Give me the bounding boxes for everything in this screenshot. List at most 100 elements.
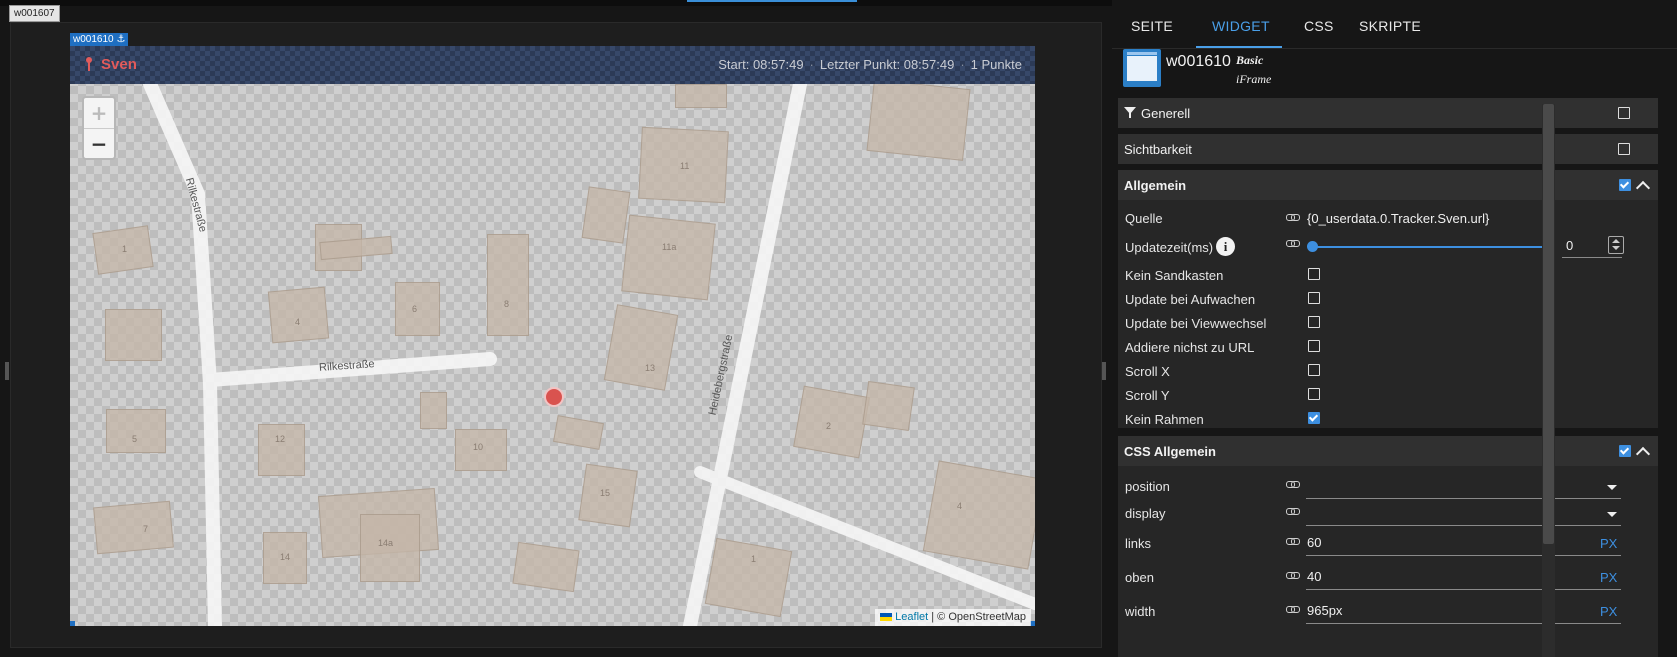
widget-type: iFrame: [1236, 72, 1272, 86]
leaflet-link[interactable]: Leaflet: [895, 611, 928, 623]
house-number: 4: [957, 501, 963, 511]
osm-attribution: | © OpenStreetMap: [931, 611, 1026, 623]
left-resize-grip[interactable]: [5, 362, 9, 380]
zoom-in-button[interactable]: +: [84, 98, 114, 129]
generell-checkbox[interactable]: [1618, 107, 1630, 119]
width-input[interactable]: 965px: [1307, 603, 1342, 618]
selected-widget-id: w001610: [73, 34, 114, 45]
start-time: Start: 08:57:49: [718, 57, 804, 72]
tab-seite[interactable]: SEITE: [1131, 18, 1173, 34]
tracker-name: Sven: [101, 56, 137, 73]
collapse-chevron-icon[interactable]: [1635, 180, 1651, 196]
widget-set: Basic: [1236, 53, 1264, 67]
link-icon[interactable]: [1286, 240, 1300, 247]
updatezeit-slider-thumb[interactable]: [1307, 241, 1318, 252]
updatezeit-underline: [1562, 257, 1622, 258]
section-sichtbarkeit-header[interactable]: Sichtbarkeit: [1118, 134, 1658, 164]
link-icon[interactable]: [1286, 538, 1300, 545]
house-number: 7: [143, 524, 149, 534]
link-icon[interactable]: [1286, 508, 1300, 515]
widget-header: w001610 Basic iFrame: [1118, 49, 1658, 91]
section-generell-header[interactable]: Generell: [1118, 98, 1658, 128]
position-underline: [1306, 498, 1621, 499]
quelle-input[interactable]: {0_userdata.0.Tracker.Sven.url}: [1307, 211, 1489, 226]
properties-panel: SEITE WIDGET CSS SKRIPTE w001610 Basic i…: [1112, 0, 1677, 657]
streets-layer: [143, 84, 1035, 626]
house-number: 15: [600, 488, 611, 498]
css-allgemein-checkbox[interactable]: [1619, 445, 1631, 457]
iframe-widget[interactable]: Sven Start: 08:57:49 · Letzter Punkt: 08:5…: [70, 46, 1035, 626]
building: [487, 234, 529, 336]
building: [675, 84, 727, 108]
house-number: 1: [751, 554, 757, 564]
track-info: Start: 08:57:49 · Letzter Punkt: 08:57:49 ·…: [718, 57, 1022, 72]
editor-top-accent: [687, 0, 857, 2]
tab-widget[interactable]: WIDGET: [1212, 18, 1270, 34]
building: [621, 214, 716, 301]
links-underline: [1306, 555, 1621, 556]
update-bei-viewwechsel-checkbox[interactable]: [1308, 316, 1320, 328]
collapse-chevron-icon[interactable]: [1635, 446, 1651, 462]
section-sichtbarkeit[interactable]: Sichtbarkeit: [1118, 134, 1658, 164]
building: [793, 385, 870, 459]
zoom-control: + −: [82, 96, 116, 160]
sichtbarkeit-checkbox[interactable]: [1618, 143, 1630, 155]
house-number: 1: [122, 244, 128, 254]
building: [581, 186, 631, 244]
links-input[interactable]: 60: [1307, 535, 1321, 550]
panel-scrollbar[interactable]: [1542, 104, 1555, 657]
section-generell[interactable]: Generell: [1118, 98, 1658, 128]
unit-selector[interactable]: PX: [1600, 570, 1617, 585]
house-number: 11: [680, 161, 690, 171]
updatezeit-slider-track[interactable]: [1312, 246, 1554, 248]
right-resize-grip[interactable]: [1102, 362, 1106, 380]
unit-selector[interactable]: PX: [1600, 604, 1617, 619]
building: [862, 380, 915, 432]
css-field-label: position: [1125, 479, 1170, 494]
tab-skripte[interactable]: SKRIPTE: [1359, 18, 1421, 34]
info-icon[interactable]: i: [1216, 237, 1235, 256]
iframe-widget-icon: [1123, 49, 1161, 87]
scroll-x-checkbox[interactable]: [1308, 364, 1320, 376]
scroll-y-checkbox[interactable]: [1308, 388, 1320, 400]
house-number: 12: [275, 434, 286, 444]
updatezeit-label: Updatezeit(ms): [1125, 240, 1214, 255]
link-icon[interactable]: [1286, 481, 1300, 488]
position-marker[interactable]: [544, 387, 564, 407]
chevron-down-icon[interactable]: [1607, 512, 1617, 517]
zoom-out-button[interactable]: −: [84, 129, 114, 159]
pin-icon-stem: [88, 62, 90, 71]
points-count: 1 Punkte: [970, 57, 1022, 72]
updatezeit-spinner[interactable]: [1608, 236, 1624, 254]
map-area[interactable]: 1 4 6 8 11 11a 13 12 10 5 7 14 14a 15 2 …: [70, 84, 1035, 626]
selected-widget-tag[interactable]: w001610 ⚓: [70, 33, 129, 46]
unit-selector[interactable]: PX: [1600, 536, 1617, 551]
checkbox-label: Kein Rahmen: [1125, 412, 1204, 427]
allgemein-checkbox[interactable]: [1619, 179, 1631, 191]
outer-widget-tag[interactable]: w001607: [9, 5, 60, 22]
css-field-label: oben: [1125, 570, 1154, 585]
building: [258, 424, 305, 476]
scrollbar-thumb[interactable]: [1543, 104, 1554, 544]
link-icon[interactable]: [1286, 572, 1300, 579]
updatezeit-input[interactable]: 0: [1566, 238, 1573, 253]
chevron-down-icon[interactable]: [1607, 485, 1617, 490]
building: [395, 282, 440, 336]
kein-rahmen-checkbox[interactable]: [1308, 412, 1320, 424]
link-icon[interactable]: [1286, 606, 1300, 613]
section-allgemein-header[interactable]: Allgemein: [1118, 170, 1658, 200]
section-css-allgemein-header[interactable]: CSS Allgemein: [1118, 436, 1658, 466]
checkbox-label: Scroll Y: [1125, 388, 1170, 403]
filter-icon-stem: [1129, 112, 1131, 118]
checkbox-label: Kein Sandkasten: [1125, 268, 1224, 283]
oben-input[interactable]: 40: [1307, 569, 1321, 584]
house-number: 8: [504, 299, 510, 309]
update-bei-aufwachen-checkbox[interactable]: [1308, 292, 1320, 304]
tab-css[interactable]: CSS: [1304, 18, 1334, 34]
addiere-nichst-zu-url-checkbox[interactable]: [1308, 340, 1320, 352]
house-number: 14: [280, 552, 291, 562]
link-icon[interactable]: [1286, 214, 1300, 221]
house-number: 11a: [662, 242, 677, 252]
css-field-label: width: [1125, 604, 1156, 619]
kein-sandkasten-checkbox[interactable]: [1308, 268, 1320, 280]
